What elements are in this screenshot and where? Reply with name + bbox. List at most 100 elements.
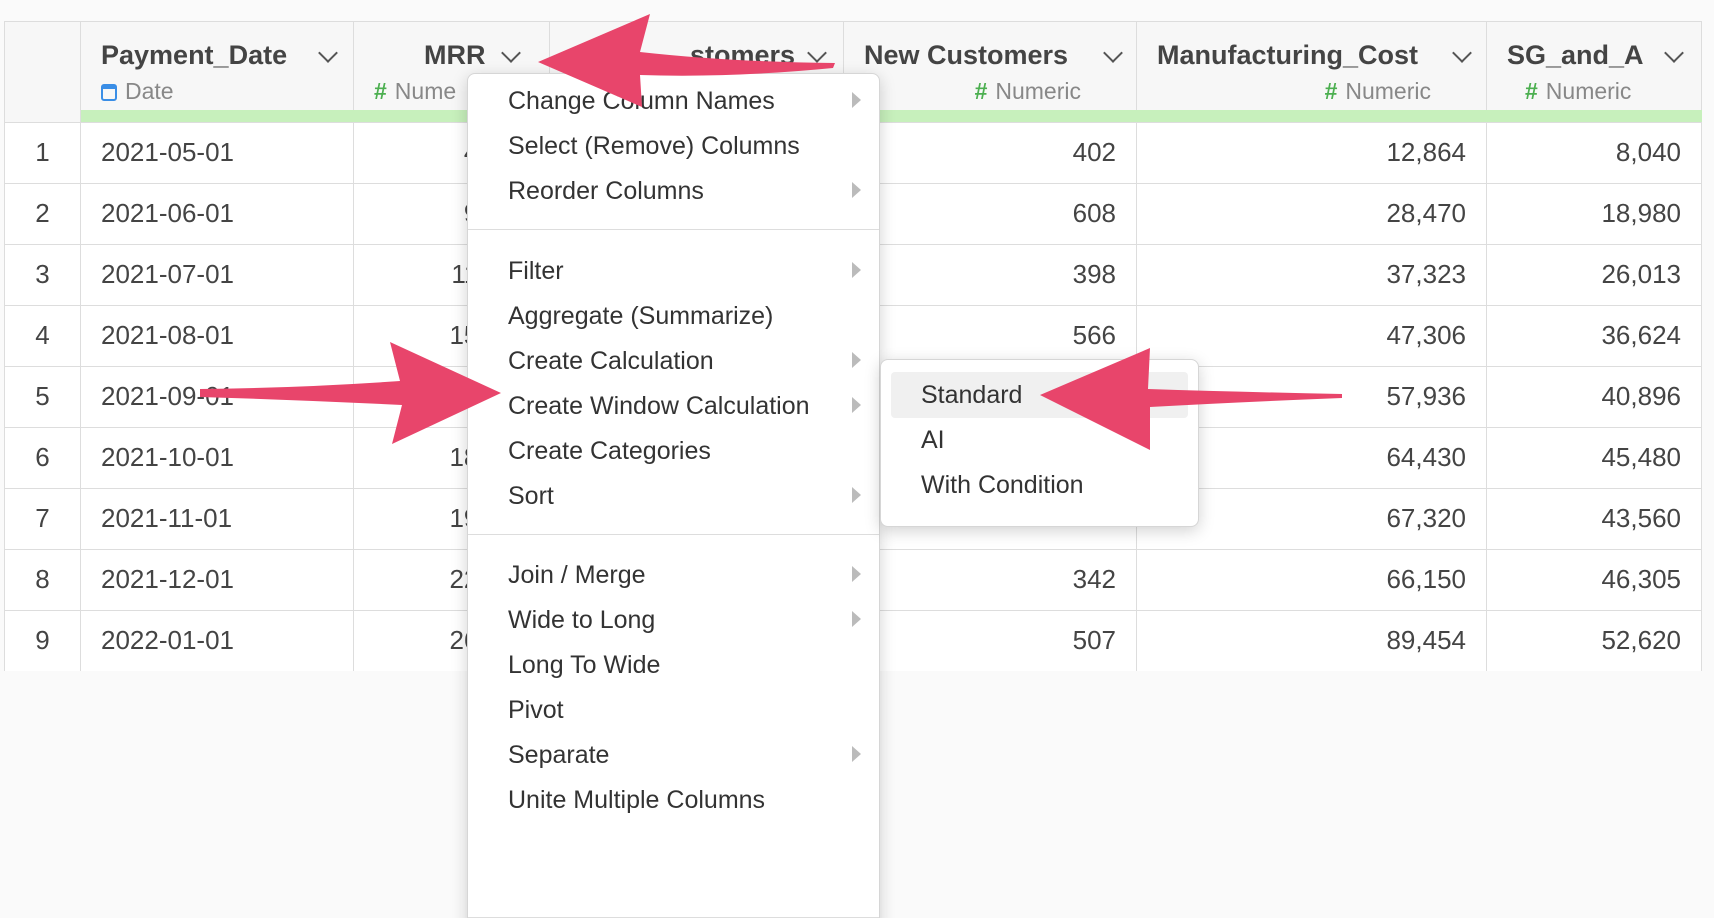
cell-payment-date[interactable]: 2022-01-01: [81, 611, 354, 671]
cell-sg-and-a[interactable]: 40,896: [1487, 367, 1702, 427]
menu-item-separate[interactable]: Separate: [468, 732, 879, 778]
column-name: New Customers: [864, 40, 1069, 70]
cell-payment-date[interactable]: 2021-08-01: [81, 306, 354, 366]
menu-divider: [468, 534, 879, 535]
cell-manufacturing-cost[interactable]: 12,864: [1137, 123, 1487, 183]
menu-item-label: Pivot: [508, 696, 564, 724]
cell-manufacturing-cost[interactable]: 28,470: [1137, 184, 1487, 244]
menu-item-join-merge[interactable]: Join / Merge: [468, 552, 879, 598]
menu-item-reorder-columns[interactable]: Reorder Columns: [468, 168, 879, 214]
cell-new-customers[interactable]: 608: [844, 184, 1137, 244]
menu-item-label: Long To Wide: [508, 651, 661, 679]
app-stage: Payment_Date Date MRR # Nume stomers New …: [0, 0, 1714, 918]
row-index[interactable]: 6: [5, 428, 81, 488]
row-index-header: [5, 22, 81, 122]
cell-payment-date[interactable]: 2021-05-01: [81, 123, 354, 183]
menu-item-create-calculation[interactable]: Create Calculation: [468, 338, 879, 384]
cell-new-customers[interactable]: 342: [844, 550, 1137, 610]
cell-manufacturing-cost[interactable]: 89,454: [1137, 611, 1487, 671]
cell-payment-date[interactable]: 2021-12-01: [81, 550, 354, 610]
create-calculation-submenu: Standard AI With Condition: [880, 359, 1199, 527]
cell-sg-and-a[interactable]: 26,013: [1487, 245, 1702, 305]
submenu-arrow-icon: [852, 92, 861, 108]
menu-item-create-window-calculation[interactable]: Create Window Calculation: [468, 383, 879, 429]
chevron-down-icon[interactable]: [1452, 43, 1472, 63]
column-header-new-customers[interactable]: New Customers # Numeric: [844, 22, 1137, 122]
cell-payment-date[interactable]: 2021-07-01: [81, 245, 354, 305]
submenu-arrow-icon: [852, 487, 861, 503]
menu-divider: [468, 229, 879, 230]
hash-icon: #: [1324, 78, 1338, 104]
cell-sg-and-a[interactable]: 43,560: [1487, 489, 1702, 549]
column-type-label: Numeric: [1545, 78, 1632, 104]
submenu-item-ai[interactable]: AI: [891, 417, 1188, 463]
row-index[interactable]: 7: [5, 489, 81, 549]
column-type: Date: [101, 78, 174, 105]
chevron-down-icon[interactable]: [1664, 43, 1684, 63]
column-header-manufacturing-cost[interactable]: Manufacturing_Cost # Numeric: [1137, 22, 1487, 122]
menu-item-aggregate-summarize[interactable]: Aggregate (Summarize): [468, 293, 879, 339]
cell-payment-date[interactable]: 2021-11-01: [81, 489, 354, 549]
hash-icon: #: [374, 78, 387, 104]
menu-item-unite-multiple-columns[interactable]: Unite Multiple Columns: [468, 777, 879, 823]
hash-icon: #: [1525, 78, 1538, 104]
cell-sg-and-a[interactable]: 46,305: [1487, 550, 1702, 610]
menu-item-filter[interactable]: Filter: [468, 248, 879, 294]
menu-item-pivot[interactable]: Pivot: [468, 687, 879, 733]
cell-manufacturing-cost[interactable]: 37,323: [1137, 245, 1487, 305]
menu-item-change-column-names[interactable]: Change Column Names: [468, 78, 879, 124]
submenu-item-with-condition[interactable]: With Condition: [891, 462, 1188, 508]
column-name: stomers: [690, 40, 796, 70]
chevron-down-icon[interactable]: [807, 43, 827, 63]
submenu-arrow-icon: [852, 566, 861, 582]
submenu-arrow-icon: [852, 611, 861, 627]
cell-sg-and-a[interactable]: 18,980: [1487, 184, 1702, 244]
menu-item-long-to-wide[interactable]: Long To Wide: [468, 642, 879, 688]
cell-new-customers[interactable]: 566: [844, 306, 1137, 366]
menu-item-select-remove-columns[interactable]: Select (Remove) Columns: [468, 123, 879, 169]
column-type-label: Numeric: [995, 78, 1081, 104]
menu-item-label: Create Window Calculation: [508, 392, 810, 420]
cell-sg-and-a[interactable]: 8,040: [1487, 123, 1702, 183]
menu-item-label: Wide to Long: [508, 606, 656, 634]
submenu-item-standard[interactable]: Standard: [891, 372, 1188, 418]
row-index[interactable]: 1: [5, 123, 81, 183]
cell-new-customers[interactable]: 507: [844, 611, 1137, 671]
column-name: MRR: [424, 40, 486, 70]
submenu-arrow-icon: [852, 397, 861, 413]
chevron-down-icon[interactable]: [501, 43, 521, 63]
cell-new-customers[interactable]: 402: [844, 123, 1137, 183]
cell-payment-date[interactable]: 2021-09-01: [81, 367, 354, 427]
menu-item-create-categories[interactable]: Create Categories: [468, 428, 879, 474]
menu-item-label: Separate: [508, 741, 610, 769]
cell-manufacturing-cost[interactable]: 66,150: [1137, 550, 1487, 610]
row-index[interactable]: 5: [5, 367, 81, 427]
row-index[interactable]: 3: [5, 245, 81, 305]
cell-manufacturing-cost[interactable]: 47,306: [1137, 306, 1487, 366]
chevron-down-icon[interactable]: [318, 43, 338, 63]
submenu-arrow-icon: [852, 352, 861, 368]
cell-sg-and-a[interactable]: 36,624: [1487, 306, 1702, 366]
menu-item-label: Filter: [508, 257, 564, 285]
menu-item-label: Unite Multiple Columns: [508, 786, 766, 814]
submenu-arrow-icon: [852, 262, 861, 278]
row-index[interactable]: 4: [5, 306, 81, 366]
cell-sg-and-a[interactable]: 52,620: [1487, 611, 1702, 671]
cell-payment-date[interactable]: 2021-10-01: [81, 428, 354, 488]
column-type: # Numeric: [975, 78, 1081, 105]
column-header-sg-and-a[interactable]: SG_and_A # Numeric: [1487, 22, 1702, 122]
cell-new-customers[interactable]: 398: [844, 245, 1137, 305]
column-header-payment-date[interactable]: Payment_Date Date: [81, 22, 354, 122]
menu-item-wide-to-long[interactable]: Wide to Long: [468, 597, 879, 643]
submenu-arrow-icon: [852, 746, 861, 762]
row-index[interactable]: 2: [5, 184, 81, 244]
row-index[interactable]: 9: [5, 611, 81, 671]
column-name: Payment_Date: [101, 40, 288, 70]
row-index[interactable]: 8: [5, 550, 81, 610]
cell-sg-and-a[interactable]: 45,480: [1487, 428, 1702, 488]
chevron-down-icon[interactable]: [1103, 43, 1123, 63]
column-type-label: Numeric: [1345, 78, 1431, 104]
column-type: # Numeric: [1325, 78, 1431, 105]
cell-payment-date[interactable]: 2021-06-01: [81, 184, 354, 244]
menu-item-sort[interactable]: Sort: [468, 473, 879, 519]
